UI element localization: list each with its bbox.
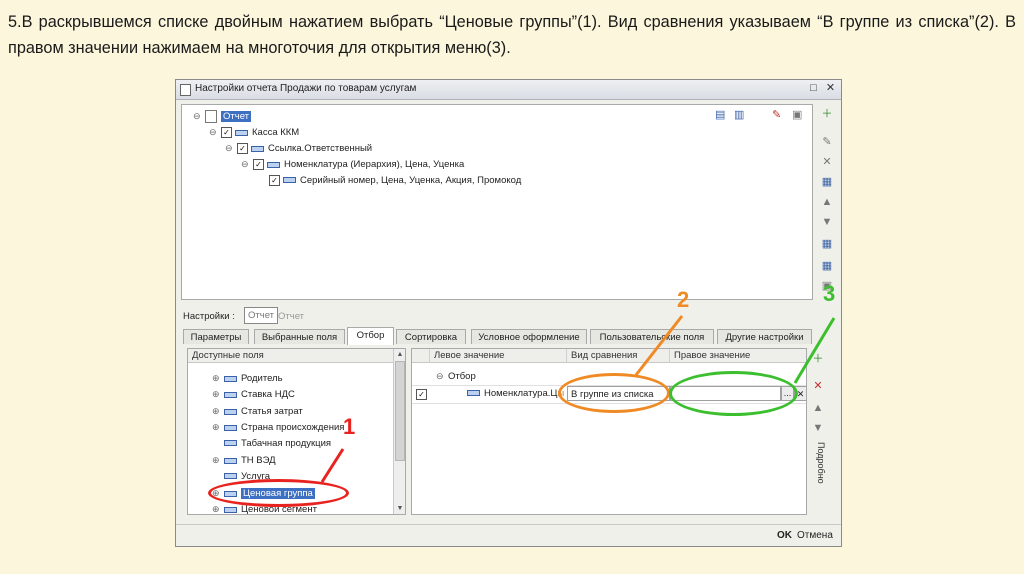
tab-selected-fields[interactable]: Выбранные поля bbox=[254, 329, 345, 344]
list-item[interactable]: ⊕ ТН ВЭД bbox=[212, 453, 276, 468]
report-structure-tree: ⊖ Отчет ⊖ ✓ Касса ККМ ⊖ ✓ Ссылка.Ответственны… bbox=[181, 104, 813, 300]
field-icon bbox=[224, 391, 237, 398]
collapse-icon[interactable]: ⊖ bbox=[436, 369, 445, 384]
cancel-button[interactable]: Отмена bbox=[797, 530, 833, 541]
document-icon bbox=[180, 84, 191, 96]
expand-icon[interactable]: ⊕ bbox=[212, 387, 221, 402]
collapse-icon[interactable]: ⊖ bbox=[241, 157, 250, 172]
report-settings-window: Настройки отчета Продажи по товарам услу… bbox=[175, 79, 842, 547]
pencil-icon[interactable]: ✎ bbox=[821, 136, 833, 148]
properties-icon[interactable]: ▣ bbox=[792, 108, 802, 121]
left-value-cell[interactable]: Номенклатура.Цы bbox=[467, 388, 564, 399]
edit-format-icon[interactable]: ✎ bbox=[772, 108, 781, 121]
group-table-icon[interactable]: ▤ bbox=[715, 108, 725, 121]
tab-sorting[interactable]: Сортировка bbox=[396, 329, 466, 344]
checkbox[interactable]: ✓ bbox=[237, 143, 248, 154]
list-item[interactable]: ⊕ Ставка НДС bbox=[212, 387, 295, 402]
field-icon bbox=[224, 457, 237, 464]
tree-root-label: Отчет bbox=[221, 111, 252, 123]
tab-conditional-format[interactable]: Условное оформление bbox=[471, 329, 587, 344]
group-icon[interactable]: ▦ bbox=[821, 176, 833, 188]
instruction-caption: 5.В раскрывшемся списке двойным нажатием… bbox=[8, 13, 1016, 57]
settings-report-link[interactable]: Отчет bbox=[278, 309, 304, 324]
report-icon bbox=[205, 110, 217, 123]
tab-user-fields[interactable]: Пользовательские поля bbox=[590, 329, 714, 344]
annotation-number-3: 3 bbox=[823, 281, 836, 306]
collapse-icon[interactable]: ⊖ bbox=[193, 109, 202, 124]
grouping-icon bbox=[251, 145, 264, 152]
list-item[interactable]: ⊕ Статья затрат bbox=[212, 404, 303, 419]
window-titlebar: Настройки отчета Продажи по товарам услу… bbox=[176, 80, 841, 100]
close-icon[interactable]: ✕ bbox=[824, 82, 837, 95]
annotation-number-2: 2 bbox=[677, 287, 690, 312]
filter-group-row[interactable]: ⊖ Отбор bbox=[436, 369, 476, 384]
settings-label: Настройки : bbox=[183, 311, 235, 322]
field-icon bbox=[224, 506, 237, 513]
move-down-icon[interactable]: ▼ bbox=[821, 216, 833, 228]
column-comparison: Вид сравнения bbox=[567, 349, 670, 363]
tree-item[interactable]: ⊖ ✓ Ссылка.Ответственный bbox=[225, 141, 372, 156]
collapse-icon[interactable]: ⊖ bbox=[225, 141, 234, 156]
collapse-icon[interactable]: ⊖ bbox=[209, 125, 218, 140]
scroll-thumb[interactable] bbox=[395, 361, 405, 461]
delete-filter-icon[interactable]: ✕ bbox=[812, 380, 824, 392]
move-down-icon[interactable]: ▼ bbox=[812, 422, 824, 434]
grouping-icon bbox=[283, 177, 296, 184]
grouping-icon bbox=[235, 129, 248, 136]
settings-icon[interactable]: ▦ bbox=[821, 238, 833, 250]
tab-other-settings[interactable]: Другие настройки bbox=[717, 329, 812, 344]
row-checkbox[interactable]: ✓ bbox=[416, 389, 427, 400]
group-columns-icon[interactable]: ▥ bbox=[734, 108, 744, 121]
fields-scrollbar[interactable]: ▲ ▼ bbox=[393, 349, 405, 514]
settings-report-button[interactable]: Отчет bbox=[244, 307, 279, 324]
field-icon bbox=[224, 408, 237, 415]
tree-item[interactable]: ✓ Серийный номер, Цена, Уценка, Акция, Пр… bbox=[269, 173, 521, 188]
list-item[interactable]: ⊕ Страна происхождения bbox=[212, 420, 344, 435]
tab-parameters[interactable]: Параметры bbox=[183, 329, 249, 344]
move-up-icon[interactable]: ▲ bbox=[821, 196, 833, 208]
report-options-icon[interactable]: ▦ bbox=[821, 260, 833, 272]
tree-item[interactable]: ⊖ ✓ Номенклатура (Иерархия), Цена, Уценка bbox=[241, 157, 464, 172]
expand-icon[interactable]: ⊕ bbox=[212, 502, 221, 514]
window-title: Настройки отчета Продажи по товарам услу… bbox=[195, 83, 417, 94]
list-item[interactable]: ⊕ Родитель bbox=[212, 371, 283, 386]
field-icon bbox=[467, 390, 480, 397]
tree-item[interactable]: ⊖ ✓ Касса ККМ bbox=[209, 125, 299, 140]
details-toggle[interactable]: Подробно bbox=[812, 442, 826, 492]
column-right-value: Правое значение bbox=[670, 349, 806, 363]
expand-icon[interactable]: ⊕ bbox=[212, 371, 221, 386]
checkbox[interactable]: ✓ bbox=[221, 127, 232, 138]
list-item[interactable]: Табачная продукция bbox=[224, 436, 331, 451]
fields-header: Доступные поля bbox=[188, 349, 395, 363]
field-icon bbox=[224, 375, 237, 382]
check-column-header bbox=[412, 349, 430, 363]
field-icon bbox=[224, 440, 237, 447]
restore-icon[interactable]: □ bbox=[807, 82, 820, 95]
delete-icon[interactable]: ✕ bbox=[821, 156, 833, 168]
scroll-up-icon[interactable]: ▲ bbox=[395, 350, 405, 359]
tab-filter[interactable]: Отбор bbox=[347, 327, 394, 345]
highlight-ellipse-3 bbox=[669, 371, 798, 416]
checkbox[interactable]: ✓ bbox=[253, 159, 264, 170]
ok-button[interactable]: OK bbox=[777, 530, 792, 541]
field-icon bbox=[224, 424, 237, 431]
grouping-icon bbox=[267, 161, 280, 168]
annotation-number-1: 1 bbox=[343, 414, 356, 439]
highlight-ellipse-2 bbox=[558, 373, 670, 413]
expand-icon[interactable]: ⊕ bbox=[212, 404, 221, 419]
checkbox[interactable]: ✓ bbox=[269, 174, 280, 186]
footer-divider bbox=[176, 524, 841, 525]
move-up-icon[interactable]: ▲ bbox=[812, 402, 824, 414]
tree-root[interactable]: ⊖ Отчет bbox=[193, 109, 252, 124]
add-filter-icon[interactable]: ＋ bbox=[812, 353, 824, 365]
highlight-ellipse-1 bbox=[208, 479, 349, 507]
expand-icon[interactable]: ⊕ bbox=[212, 420, 221, 435]
expand-icon[interactable]: ⊕ bbox=[212, 453, 221, 468]
field-icon bbox=[224, 473, 237, 480]
column-left-value: Левое значение bbox=[430, 349, 567, 363]
scroll-down-icon[interactable]: ▼ bbox=[395, 504, 405, 513]
add-icon[interactable]: ＋ bbox=[821, 108, 833, 120]
